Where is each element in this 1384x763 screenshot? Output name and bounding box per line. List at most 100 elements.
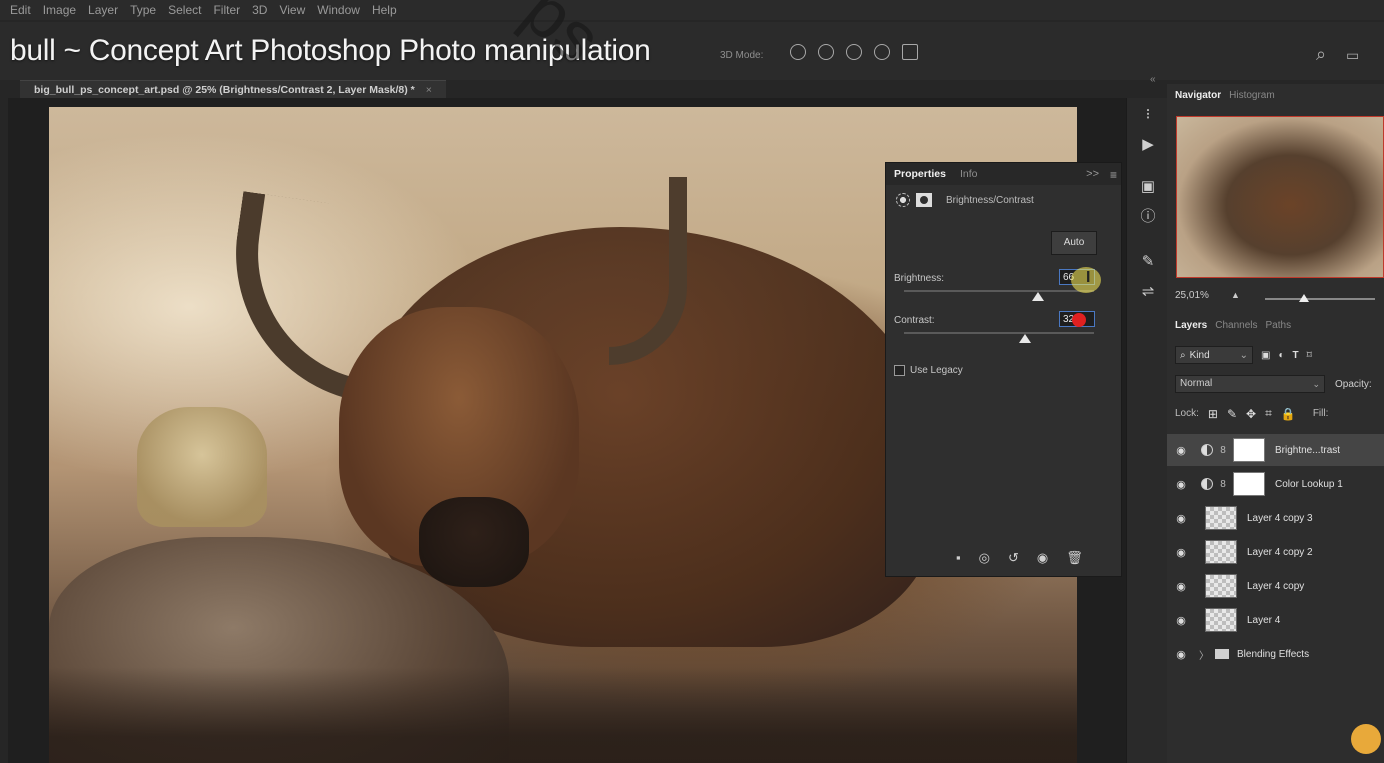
lock-all-icon[interactable]: 🔒 xyxy=(1281,407,1296,421)
menu-image[interactable]: Image xyxy=(43,3,76,17)
brushes-icon[interactable]: ✎ xyxy=(1139,253,1157,271)
layer-name: Brightne...trast xyxy=(1275,444,1341,456)
actions-play-icon[interactable]: ▶ xyxy=(1139,136,1157,154)
menu-3d[interactable]: 3D xyxy=(252,3,267,17)
folder-icon xyxy=(1215,649,1229,659)
clip-to-layer-icon[interactable]: ▪ xyxy=(956,550,961,566)
tab-paths[interactable]: Paths xyxy=(1266,320,1292,331)
workspace-icon[interactable]: ▭ xyxy=(1346,47,1359,64)
tab-info[interactable]: Info xyxy=(960,168,978,180)
document-tab[interactable]: big_bull_ps_concept_art.psd @ 25% (Brigh… xyxy=(20,80,446,99)
layer-mask-icon[interactable] xyxy=(916,193,932,207)
close-icon[interactable]: × xyxy=(426,84,432,96)
eye-icon[interactable]: ◉ xyxy=(1167,444,1195,457)
camera-3d-icon[interactable] xyxy=(902,44,918,60)
menu-select[interactable]: Select xyxy=(168,3,201,17)
slide-3d-icon[interactable] xyxy=(874,44,890,60)
menu-filter[interactable]: Filter xyxy=(213,3,240,17)
menu-help[interactable]: Help xyxy=(372,3,397,17)
layer-row-brightness[interactable]: ◉ 8 Brightne...trast xyxy=(1167,434,1384,466)
tab-histogram[interactable]: Histogram xyxy=(1229,90,1275,104)
layer-name: Blending Effects xyxy=(1237,648,1310,660)
adjustment-name: Brightness/Contrast xyxy=(946,194,1034,206)
adjustment-layer-icon xyxy=(1201,478,1213,490)
zoom-out-icon[interactable]: ▲ xyxy=(1231,290,1240,300)
eye-icon[interactable]: ◉ xyxy=(1167,648,1195,661)
layer-thumbnail xyxy=(1205,608,1237,632)
blend-mode-select[interactable]: Normal ⌄ xyxy=(1175,375,1325,393)
visibility-icon[interactable]: ◉ xyxy=(1037,550,1048,566)
adjustment-filter-icon[interactable]: ◐ xyxy=(1278,350,1284,361)
tab-properties[interactable]: Properties xyxy=(894,168,946,180)
libraries-icon[interactable]: ▣ xyxy=(1139,178,1157,196)
menu-window[interactable]: Window xyxy=(317,3,360,17)
layer-mask-thumbnail[interactable] xyxy=(1233,472,1265,496)
properties-panel: Properties Info >> ≡ Brightness/Contrast… xyxy=(885,162,1122,577)
menu-type[interactable]: Type xyxy=(130,3,156,17)
grass-art xyxy=(49,667,1077,763)
roll-3d-icon[interactable] xyxy=(818,44,834,60)
navigator-preview[interactable] xyxy=(1176,116,1384,278)
contrast-slider-thumb[interactable] xyxy=(1019,334,1031,343)
use-legacy-row[interactable]: Use Legacy xyxy=(894,365,963,376)
pan-3d-icon[interactable] xyxy=(846,44,862,60)
panel-menu-icon[interactable]: ≡ xyxy=(1110,168,1117,182)
type-filter-icon[interactable]: T xyxy=(1293,350,1299,361)
kind-filter-select[interactable]: ⌕ Kind ⌄ xyxy=(1175,346,1253,364)
use-legacy-checkbox[interactable] xyxy=(894,365,905,376)
delete-icon[interactable]: 🗑 xyxy=(1066,550,1083,566)
adjustment-layer-icon xyxy=(1201,444,1213,456)
tab-navigator[interactable]: Navigator xyxy=(1175,90,1221,104)
zoom-value[interactable]: 25,01% xyxy=(1175,290,1209,301)
shape-filter-icon[interactable]: ⌑ xyxy=(1307,350,1312,361)
view-previous-icon[interactable]: ◎ xyxy=(979,550,990,566)
zoom-slider-track[interactable] xyxy=(1265,298,1375,300)
auto-button[interactable]: Auto xyxy=(1051,231,1097,255)
eye-icon[interactable]: ◉ xyxy=(1167,478,1195,491)
contrast-slider-track[interactable] xyxy=(904,332,1094,334)
eye-icon[interactable]: ◉ xyxy=(1167,546,1195,559)
orbit-3d-icon[interactable] xyxy=(790,44,806,60)
search-icon[interactable]: ⌕ xyxy=(1316,44,1326,65)
brightness-slider-thumb[interactable] xyxy=(1032,292,1044,301)
lock-paint-icon[interactable]: ✎ xyxy=(1227,407,1237,421)
zoom-slider-thumb[interactable] xyxy=(1299,294,1309,302)
tool-presets-icon[interactable]: ⇌ xyxy=(1139,283,1157,301)
chevron-right-icon[interactable]: 〉 xyxy=(1199,647,1209,662)
menu-layer[interactable]: Layer xyxy=(88,3,118,17)
layer-mask-thumbnail[interactable] xyxy=(1233,438,1265,462)
channel-avatar[interactable] xyxy=(1351,724,1381,754)
layer-row-layer4-copy2[interactable]: ◉ Layer 4 copy 2 xyxy=(1167,536,1384,568)
history-icon[interactable]: ⁝ xyxy=(1139,106,1157,124)
reset-icon[interactable]: ↺ xyxy=(1008,550,1019,566)
eye-icon[interactable]: ◉ xyxy=(1167,614,1195,627)
eye-icon[interactable]: ◉ xyxy=(1167,580,1195,593)
layer-row-blending-effects[interactable]: ◉ 〉 Blending Effects xyxy=(1167,638,1384,670)
chain-link-icon[interactable]: 8 xyxy=(1216,445,1230,456)
properties-footer: ▪ ◎ ↺ ◉ 🗑 xyxy=(956,550,1083,566)
eye-icon[interactable]: ◉ xyxy=(1167,512,1195,525)
collapse-panel-icon[interactable]: >> xyxy=(1086,168,1099,180)
layer-row-layer4-copy3[interactable]: ◉ Layer 4 copy 3 xyxy=(1167,502,1384,534)
brightness-slider-track[interactable] xyxy=(904,290,1094,292)
lock-transparency-icon[interactable]: ⊞ xyxy=(1208,407,1218,421)
menu-view[interactable]: View xyxy=(279,3,305,17)
menu-edit[interactable]: Edit xyxy=(10,3,31,17)
brightness-icon xyxy=(896,193,910,207)
lock-position-icon[interactable]: ✥ xyxy=(1246,407,1256,421)
right-panel: Navigator Histogram 25,01% ▲ Layers Chan… xyxy=(1167,84,1384,763)
collapse-arrows-icon[interactable]: « xyxy=(1150,74,1156,85)
tab-channels[interactable]: Channels xyxy=(1215,320,1257,331)
lock-artboard-icon[interactable]: ⌗ xyxy=(1265,406,1272,421)
tab-layers[interactable]: Layers xyxy=(1175,320,1207,331)
navigator-tabs: Navigator Histogram xyxy=(1167,84,1384,104)
pixel-filter-icon[interactable]: ▣ xyxy=(1261,350,1270,361)
layer-row-color-lookup[interactable]: ◉ 8 Color Lookup 1 xyxy=(1167,468,1384,500)
chain-link-icon[interactable]: 8 xyxy=(1216,479,1230,490)
layer-row-layer4[interactable]: ◉ Layer 4 xyxy=(1167,604,1384,636)
layer-name: Layer 4 xyxy=(1247,614,1281,626)
info-icon[interactable]: ⓘ xyxy=(1139,208,1157,226)
bull-muzzle-art xyxy=(419,497,529,587)
adjustment-header: Brightness/Contrast xyxy=(896,193,1034,207)
layer-row-layer4-copy[interactable]: ◉ Layer 4 copy xyxy=(1167,570,1384,602)
